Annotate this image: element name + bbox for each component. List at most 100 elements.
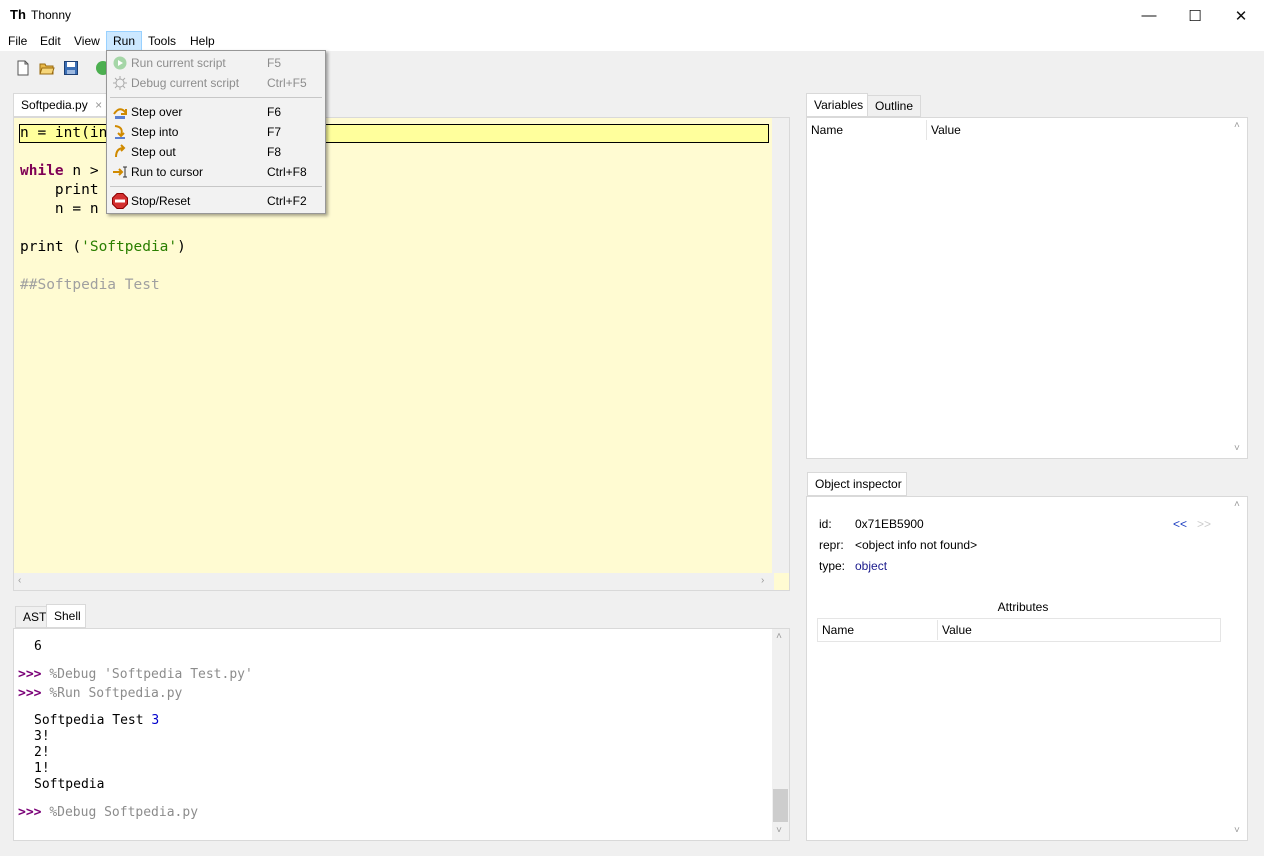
- menu-run-current-script[interactable]: Run current script F5: [109, 53, 323, 73]
- menu-label: Run current script: [131, 56, 226, 70]
- maximize-button[interactable]: ☐: [1172, 0, 1218, 31]
- tab-variables[interactable]: Variables: [806, 93, 868, 117]
- code-token: ): [177, 239, 186, 255]
- code-token: n = int(in: [20, 125, 108, 141]
- nav-back-button[interactable]: <<: [1173, 517, 1187, 531]
- tab-object-inspector[interactable]: Object inspector: [807, 472, 907, 496]
- shell-vertical-scrollbar[interactable]: ˄ ˅: [772, 629, 789, 840]
- shell-output-text: 1!: [34, 761, 50, 776]
- scroll-right-icon[interactable]: ›: [761, 575, 764, 586]
- menu-shortcut: F8: [267, 145, 282, 159]
- menu-view[interactable]: View: [68, 31, 106, 51]
- menu-stop-reset[interactable]: Stop/Reset Ctrl+F2: [109, 191, 323, 211]
- menu-shortcut: F5: [267, 56, 282, 70]
- code-token: n >: [63, 163, 99, 179]
- run-icon: [113, 56, 127, 70]
- tab-shell[interactable]: Shell: [46, 604, 86, 628]
- column-name[interactable]: Name: [811, 123, 843, 137]
- menu-edit[interactable]: Edit: [34, 31, 67, 51]
- code-token: print: [20, 182, 99, 198]
- menu-label: Stop/Reset: [131, 194, 191, 208]
- close-button[interactable]: ✕: [1218, 0, 1264, 31]
- menu-shortcut: Ctrl+F2: [267, 194, 307, 208]
- menu-step-into[interactable]: Step into F7: [109, 122, 323, 142]
- thonny-logo-icon: Th: [10, 7, 26, 22]
- shell-scroll-thumb[interactable]: [773, 789, 788, 822]
- variables-panel: Name Value ˄ ˅: [806, 117, 1248, 459]
- column-separator: [937, 620, 938, 640]
- attributes-table: Name Value: [817, 618, 1221, 642]
- stop-icon: [112, 193, 128, 209]
- shell-command-line: >>> %Debug Softpedia.py: [18, 805, 198, 820]
- menu-debug-current-script[interactable]: Debug current script Ctrl+F5: [109, 73, 323, 93]
- save-file-icon[interactable]: [63, 60, 79, 76]
- scroll-up-icon[interactable]: ˄: [776, 631, 782, 643]
- id-label: id:: [819, 517, 832, 531]
- id-value: 0x71EB5900: [855, 517, 924, 531]
- shell-output-line: 2!: [34, 745, 50, 760]
- inspector-scrollbar[interactable]: ˄ ˅: [1230, 497, 1247, 840]
- shell-output-text: 6: [34, 639, 42, 654]
- editor-vertical-scrollbar[interactable]: [772, 118, 789, 573]
- close-tab-icon[interactable]: ×: [95, 98, 102, 112]
- menu-label: Step out: [131, 145, 176, 159]
- menu-run[interactable]: Run: [106, 31, 143, 51]
- code-line[interactable]: print ('Softpedia'): [20, 238, 186, 257]
- shell-output-line: 1!: [34, 761, 50, 776]
- shell-command-text: %Run Softpedia.py: [49, 686, 183, 701]
- menu-help[interactable]: Help: [184, 31, 221, 51]
- menu-file[interactable]: File: [2, 31, 33, 51]
- menu-step-over[interactable]: Step over F6: [109, 102, 323, 122]
- menu-run-to-cursor[interactable]: Run to cursor Ctrl+F8: [109, 162, 323, 182]
- menu-shortcut: F6: [267, 105, 282, 119]
- open-file-icon[interactable]: [39, 60, 55, 76]
- menu-bar: File Edit View Run Tools Help: [0, 31, 1264, 51]
- shell-command-text: %Debug Softpedia.py: [49, 805, 199, 820]
- shell-output-number: 3: [151, 713, 160, 728]
- shell-output-text: Softpedia Test: [34, 713, 152, 728]
- debug-icon: [113, 76, 127, 90]
- run-to-cursor-icon: [113, 166, 127, 178]
- attr-column-value[interactable]: Value: [942, 623, 972, 637]
- scroll-up-icon[interactable]: ˄: [1234, 120, 1240, 131]
- scroll-up-icon[interactable]: ˄: [1234, 499, 1240, 510]
- repr-value: <object info not found>: [855, 538, 978, 552]
- step-into-icon: [114, 125, 125, 139]
- tab-softpedia-py[interactable]: Softpedia.py ×: [13, 93, 109, 117]
- variables-scrollbar[interactable]: ˄ ˅: [1230, 118, 1247, 458]
- object-inspector-panel: id: 0x71EB5900 << >> repr: <object info …: [806, 496, 1248, 841]
- code-line[interactable]: ##Softpedia Test: [20, 276, 186, 295]
- menu-label: Run to cursor: [131, 165, 204, 179]
- menu-label: Step over: [131, 105, 183, 119]
- tab-ast[interactable]: AST: [15, 606, 47, 628]
- shell-command-line: >>> %Run Softpedia.py: [18, 686, 182, 701]
- column-value[interactable]: Value: [931, 123, 961, 137]
- shell-output-line: Softpedia Test 3: [34, 713, 159, 728]
- code-token: ##Softpedia Test: [20, 277, 160, 293]
- editor-horizontal-scrollbar[interactable]: ‹ ›: [14, 573, 774, 590]
- scroll-down-icon[interactable]: ˅: [1234, 443, 1240, 454]
- tab-outline[interactable]: Outline: [867, 95, 921, 117]
- scroll-down-icon[interactable]: ˅: [776, 825, 782, 837]
- menu-shortcut: F7: [267, 125, 282, 139]
- column-separator: [926, 120, 927, 140]
- step-over-icon: [113, 108, 127, 119]
- shell-console[interactable]: 6 >>> %Debug 'Softpedia Test.py' >>> %Run …: [13, 628, 790, 841]
- type-value[interactable]: object: [855, 559, 887, 573]
- type-label: type:: [819, 559, 846, 573]
- menu-shortcut: Ctrl+F5: [267, 76, 307, 90]
- shell-output-text: 2!: [34, 745, 50, 760]
- menu-shortcut: Ctrl+F8: [267, 165, 307, 179]
- menu-separator: [110, 186, 322, 187]
- menu-step-out[interactable]: Step out F8: [109, 142, 323, 162]
- attr-column-name[interactable]: Name: [822, 623, 854, 637]
- scroll-down-icon[interactable]: ˅: [1234, 825, 1240, 836]
- code-line[interactable]: [20, 257, 186, 276]
- nav-forward-button[interactable]: >>: [1197, 517, 1211, 531]
- code-line[interactable]: [20, 219, 186, 238]
- repr-label: repr:: [819, 538, 844, 552]
- minimize-button[interactable]: —: [1126, 0, 1172, 31]
- new-file-icon[interactable]: [15, 60, 31, 76]
- menu-tools[interactable]: Tools: [142, 31, 182, 51]
- scroll-left-icon[interactable]: ‹: [18, 575, 21, 586]
